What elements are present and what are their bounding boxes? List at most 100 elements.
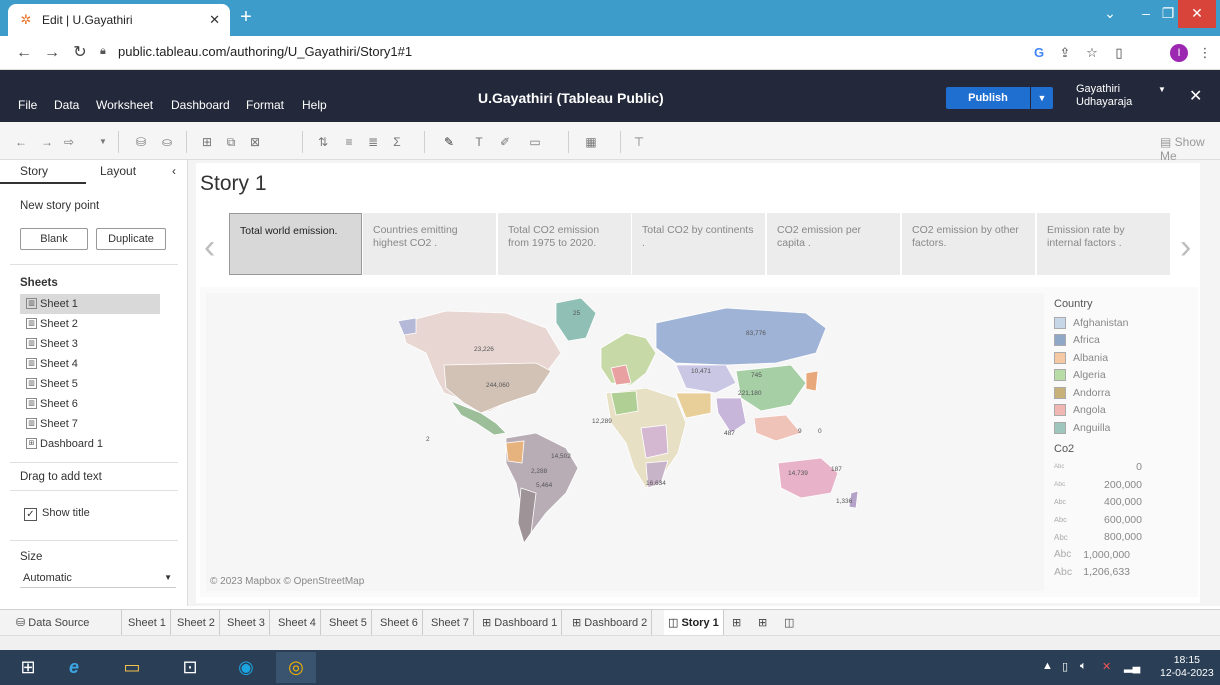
reload-icon[interactable]: ↻ — [70, 43, 90, 63]
story-point[interactable]: Total CO2 by continents . — [632, 213, 765, 275]
sheet-item[interactable]: ▥ Sheet 5 — [20, 374, 160, 394]
size-legend-item[interactable]: Abc 800,000 — [1054, 529, 1194, 547]
previous-story-point-icon[interactable]: ‹ — [204, 228, 215, 267]
publish-dropdown-icon[interactable]: ▼ — [1031, 87, 1053, 109]
map-attribution[interactable]: © 2023 Mapbox © OpenStreetMap — [210, 576, 364, 587]
legend-item[interactable]: Andorra — [1054, 384, 1194, 402]
menu-data[interactable]: Data — [54, 98, 79, 112]
story-point[interactable]: CO2 emission per capita . — [767, 213, 900, 275]
show-title-checkbox[interactable]: ✓ — [24, 508, 37, 521]
menu-worksheet[interactable]: Worksheet — [96, 98, 153, 112]
user-name[interactable]: Gayathiri Udhayaraja — [1076, 83, 1132, 109]
duplicate-sheet-icon[interactable]: ⧉ — [222, 134, 240, 150]
legend-item[interactable]: Africa — [1054, 332, 1194, 350]
fit-icon[interactable]: ▭ — [526, 134, 544, 150]
colombia-region[interactable] — [505, 440, 525, 464]
annotate-icon[interactable]: ✐ — [496, 134, 514, 150]
close-editor-icon[interactable]: ✕ — [1189, 86, 1202, 106]
sheet-item[interactable]: ▥ Sheet 2 — [20, 314, 160, 334]
story-point[interactable]: Total CO2 emission from 1975 to 2020. — [498, 213, 631, 275]
undo-icon[interactable]: ← — [12, 134, 30, 150]
internet-explorer-icon[interactable]: e — [54, 652, 94, 683]
sheet-item[interactable]: ▥ Sheet 1 — [20, 294, 160, 314]
new-worksheet-icon[interactable]: ⊞ — [198, 134, 216, 150]
story-point[interactable]: Total world emission. — [229, 213, 362, 275]
tab-layout[interactable]: Layout — [100, 164, 136, 186]
chevron-down-icon[interactable]: ⌄ — [1090, 0, 1130, 28]
story-tab[interactable]: ◫ Story 1 — [664, 610, 724, 636]
forward-arrow-icon[interactable]: → — [42, 43, 62, 63]
replay-icon[interactable]: ⇨ — [60, 134, 78, 150]
battery-icon[interactable]: ▯ — [1062, 660, 1068, 673]
edge-icon[interactable]: ◉ — [226, 652, 266, 683]
chrome-icon[interactable]: ◎ — [276, 652, 316, 683]
totals-icon[interactable]: Σ — [388, 134, 406, 150]
presentation-mode-icon[interactable]: ▦ — [582, 134, 600, 150]
sheet-item[interactable]: ⊞ Dashboard 1 — [20, 434, 160, 454]
network-icon[interactable]: ✕ — [1102, 660, 1111, 673]
new-tab-button[interactable]: + — [236, 7, 256, 28]
sheet-tab[interactable]: Sheet 4 — [274, 610, 321, 636]
story-point[interactable]: Countries emitting highest CO2 . — [363, 213, 496, 275]
sort-ascending-icon[interactable]: ≡ — [340, 134, 358, 150]
size-select[interactable]: Automatic ▼ — [20, 570, 176, 588]
data-source-tab[interactable]: ⛁ Data Source — [0, 610, 122, 636]
star-icon[interactable]: ☆ — [1083, 44, 1101, 62]
more-vert-icon[interactable]: ⋮ — [1196, 44, 1214, 62]
sheet-tab[interactable]: Sheet 1 — [124, 610, 171, 636]
share-icon[interactable]: ⇪ — [1056, 44, 1074, 62]
show-me-button[interactable]: ▤ Show Me — [1160, 135, 1220, 163]
volume-icon[interactable]: 🔈︎ — [1080, 660, 1087, 673]
drag-text-object[interactable]: Drag to add text — [20, 471, 102, 483]
size-legend-item[interactable]: Abc 1,000,000 — [1054, 546, 1194, 564]
user-menu-chevron-icon[interactable]: ▼ — [1158, 85, 1166, 94]
file-explorer-icon[interactable]: ▭ — [112, 652, 152, 683]
sheet-item[interactable]: ▥ Sheet 3 — [20, 334, 160, 354]
sheet-tab[interactable]: Sheet 7 — [427, 610, 474, 636]
new-dashboard-icon[interactable]: ⊞ — [754, 610, 771, 636]
close-window-button[interactable]: ✕ — [1178, 0, 1216, 28]
dashboard-tab[interactable]: ⊞ Dashboard 2 — [568, 610, 653, 636]
highlight-icon[interactable]: ✎ — [440, 134, 458, 150]
profile-avatar[interactable]: I — [1170, 44, 1188, 62]
store-icon[interactable]: ⊡ — [170, 652, 210, 683]
size-legend-item[interactable]: Abc 0 — [1054, 459, 1194, 477]
menu-dashboard[interactable]: Dashboard — [171, 98, 230, 112]
clear-sheet-icon[interactable]: ⊠ — [246, 134, 264, 150]
story-point[interactable]: CO2 emission by other factors. — [902, 213, 1035, 275]
labels-icon[interactable]: T — [470, 134, 488, 150]
swap-icon[interactable]: ⇅ — [314, 134, 332, 150]
menu-format[interactable]: Format — [246, 98, 284, 112]
size-legend-item[interactable]: Abc 200,000 — [1054, 476, 1194, 494]
duplicate-button[interactable]: Duplicate — [96, 228, 166, 250]
size-legend-item[interactable]: Abc 600,000 — [1054, 511, 1194, 529]
world-map[interactable]: 25 23,226 83,776 244,060 10,471 221,180 … — [206, 293, 1044, 591]
new-worksheet-icon[interactable]: ⊞ — [728, 610, 745, 636]
collapse-pane-icon[interactable]: ‹ — [172, 164, 176, 186]
sort-descending-icon[interactable]: ≣ — [364, 134, 382, 150]
next-story-point-icon[interactable]: › — [1180, 228, 1191, 267]
story-title[interactable]: Story 1 — [200, 172, 267, 196]
legend-item[interactable]: Anguilla — [1054, 419, 1194, 437]
blank-button[interactable]: Blank — [20, 228, 88, 250]
menu-help[interactable]: Help — [302, 98, 327, 112]
sheet-tab[interactable]: Sheet 5 — [325, 610, 372, 636]
algeria-region[interactable] — [610, 390, 639, 416]
pause-updates-icon[interactable]: ⛀ — [158, 134, 176, 150]
browser-tab[interactable]: ✲ Edit | U.Gayathiri ✕ — [8, 4, 230, 36]
sheet-item[interactable]: ▥ Sheet 6 — [20, 394, 160, 414]
dashboard-tab[interactable]: ⊞ Dashboard 1 — [478, 610, 563, 636]
tray-chevron-icon[interactable]: ▲ — [1042, 660, 1053, 672]
lock-icon[interactable]: 🔒︎ — [100, 45, 106, 58]
sheet-tab[interactable]: Sheet 3 — [223, 610, 270, 636]
google-icon[interactable]: G — [1030, 44, 1048, 62]
back-arrow-icon[interactable]: ← — [14, 43, 34, 63]
story-point[interactable]: Emission rate by internal factors . — [1037, 213, 1170, 275]
legend-item[interactable]: Angola — [1054, 402, 1194, 420]
taskbar-clock[interactable]: 18:15 12-04-2023 — [1160, 654, 1214, 680]
close-tab-icon[interactable]: ✕ — [209, 12, 220, 28]
sheet-item[interactable]: ▥ Sheet 7 — [20, 414, 160, 434]
legend-item[interactable]: Afghanistan — [1054, 314, 1194, 332]
sheet-tab[interactable]: Sheet 6 — [376, 610, 423, 636]
sheet-item[interactable]: ▥ Sheet 4 — [20, 354, 160, 374]
